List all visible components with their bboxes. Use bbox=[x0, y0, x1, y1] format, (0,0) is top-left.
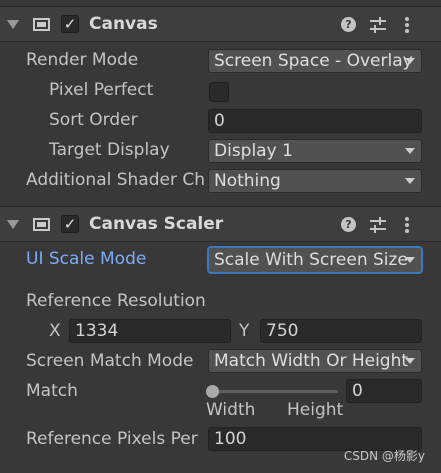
component-title: Canvas bbox=[89, 14, 158, 34]
chevron-down-icon bbox=[405, 58, 415, 64]
watermark: CSDN @杨影y bbox=[343, 449, 425, 463]
pixel-perfect-checkbox[interactable] bbox=[209, 82, 229, 102]
screen-match-mode-value: Match Width Or Height bbox=[214, 351, 409, 371]
help-icon[interactable]: ? bbox=[341, 17, 356, 32]
additional-shader-channels-dropdown[interactable]: Nothing bbox=[208, 169, 422, 193]
ui-scale-mode-dropdown[interactable]: Scale With Screen Size bbox=[208, 247, 422, 273]
match-slider[interactable] bbox=[206, 382, 340, 402]
sort-order-label: Sort Order bbox=[49, 110, 138, 130]
render-mode-dropdown[interactable]: Screen Space - Overlay bbox=[208, 49, 422, 73]
chevron-down-icon bbox=[405, 257, 415, 263]
additional-shader-channels-value: Nothing bbox=[214, 171, 281, 191]
reference-resolution-label: Reference Resolution bbox=[26, 291, 206, 311]
presets-sliders-icon[interactable] bbox=[370, 17, 386, 33]
canvas-scaler-component-icon bbox=[33, 218, 50, 231]
match-slider-handle[interactable] bbox=[206, 385, 219, 398]
sort-order-field[interactable]: 0 bbox=[208, 109, 422, 133]
target-display-label: Target Display bbox=[49, 140, 170, 160]
canvas-component-icon bbox=[33, 18, 50, 31]
component-title: Canvas Scaler bbox=[89, 214, 224, 234]
canvas-scaler-enabled-checkbox[interactable]: ✓ bbox=[61, 215, 79, 233]
ui-scale-mode-label: UI Scale Mode bbox=[26, 249, 147, 269]
canvas-component-header[interactable]: ✓ Canvas ? bbox=[0, 6, 441, 42]
target-display-value: Display 1 bbox=[214, 141, 293, 161]
chevron-down-icon bbox=[405, 358, 415, 364]
render-mode-value: Screen Space - Overlay bbox=[214, 51, 413, 71]
canvas-scaler-component-header[interactable]: ✓ Canvas Scaler ? bbox=[0, 206, 441, 242]
help-icon[interactable]: ? bbox=[341, 217, 356, 232]
additional-shader-channels-label: Additional Shader Channels bbox=[26, 170, 205, 190]
presets-sliders-icon[interactable] bbox=[370, 217, 386, 233]
render-mode-label: Render Mode bbox=[26, 50, 139, 70]
foldout-arrow-icon[interactable] bbox=[7, 220, 19, 229]
target-display-dropdown[interactable]: Display 1 bbox=[208, 139, 422, 163]
screen-match-mode-dropdown[interactable]: Match Width Or Height bbox=[208, 349, 422, 373]
reference-resolution-y-value: 750 bbox=[266, 321, 299, 341]
match-slider-track[interactable] bbox=[212, 390, 338, 393]
kebab-menu-icon[interactable] bbox=[405, 217, 409, 233]
match-height-label: Height bbox=[287, 400, 344, 420]
chevron-down-icon bbox=[405, 178, 415, 184]
match-value: 0 bbox=[352, 381, 363, 401]
canvas-enabled-checkbox[interactable]: ✓ bbox=[61, 15, 79, 33]
match-width-label: Width bbox=[206, 400, 256, 420]
ui-scale-mode-value: Scale With Screen Size bbox=[214, 250, 408, 270]
sort-order-value: 0 bbox=[214, 111, 225, 131]
reference-resolution-x-field[interactable]: 1334 bbox=[69, 319, 231, 343]
reference-pixels-per-unit-label: Reference Pixels Per Unit bbox=[26, 429, 203, 449]
reference-resolution-x-label: X bbox=[49, 321, 61, 341]
chevron-down-icon bbox=[405, 148, 415, 154]
match-label: Match bbox=[26, 381, 78, 401]
reference-resolution-y-label: Y bbox=[239, 321, 250, 341]
pixel-perfect-label: Pixel Perfect bbox=[49, 80, 154, 100]
foldout-arrow-icon[interactable] bbox=[7, 20, 19, 29]
reference-pixels-per-unit-value: 100 bbox=[214, 429, 247, 449]
screen-match-mode-label: Screen Match Mode bbox=[26, 351, 194, 371]
kebab-menu-icon[interactable] bbox=[405, 17, 409, 33]
reference-resolution-x-value: 1334 bbox=[75, 321, 119, 341]
reference-resolution-y-field[interactable]: 750 bbox=[260, 319, 422, 343]
match-value-field[interactable]: 0 bbox=[346, 379, 422, 403]
